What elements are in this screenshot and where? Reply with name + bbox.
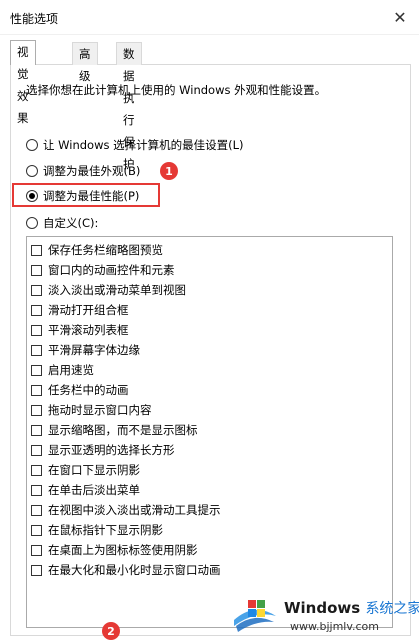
watermark-brand-en: Windows	[284, 599, 361, 617]
radio-circle[interactable]	[26, 139, 38, 151]
option-icon-label-shadows[interactable]: 在桌面上为图标标签使用阴影	[31, 541, 198, 559]
option-enable-peek[interactable]: 启用速览	[31, 361, 94, 379]
option-animate-controls[interactable]: 窗口内的动画控件和元素	[31, 261, 175, 279]
option-label: 滑动打开组合框	[48, 303, 129, 317]
option-label: 在桌面上为图标标签使用阴影	[48, 543, 198, 557]
checkbox[interactable]	[31, 284, 42, 296]
option-label: 显示缩略图，而不是显示图标	[48, 423, 198, 437]
checkbox[interactable]	[31, 304, 42, 316]
option-label: 在鼠标指针下显示阴影	[48, 523, 163, 537]
option-label: 在最大化和最小化时显示窗口动画	[48, 563, 221, 577]
option-fade-after-click[interactable]: 在单击后淡出菜单	[31, 481, 140, 499]
option-smooth-font-edges[interactable]: 平滑屏幕字体边缘	[31, 341, 140, 359]
option-animate-min-max[interactable]: 在最大化和最小化时显示窗口动画	[31, 561, 221, 579]
title-bar: 性能选项 ✕	[0, 0, 419, 35]
annotation-badge-2: 2	[102, 622, 120, 640]
highlight-box	[12, 183, 160, 207]
custom-options-list[interactable]: 保存任务栏缩略图预览 窗口内的动画控件和元素 淡入淡出或滑动菜单到视图 滑动打开…	[26, 236, 393, 628]
close-icon[interactable]: ✕	[387, 4, 413, 30]
checkbox[interactable]	[31, 404, 42, 416]
checkbox[interactable]	[31, 424, 42, 436]
option-label: 在窗口下显示阴影	[48, 463, 140, 477]
option-taskbar-thumbnail-preview[interactable]: 保存任务栏缩略图预览	[31, 241, 163, 259]
checkbox[interactable]	[31, 364, 42, 376]
option-label: 在视图中淡入淡出或滑动工具提示	[48, 503, 221, 517]
checkbox[interactable]	[31, 484, 42, 496]
watermark-brand: Windows 系统之家	[284, 598, 419, 618]
windows-logo-icon	[234, 600, 276, 632]
radio-label: 调整为最佳外观(B)	[43, 164, 141, 178]
option-window-shadows[interactable]: 在窗口下显示阴影	[31, 461, 140, 479]
window-title: 性能选项	[10, 12, 59, 26]
option-drag-window-contents[interactable]: 拖动时显示窗口内容	[31, 401, 152, 419]
option-label: 显示亚透明的选择长方形	[48, 443, 175, 457]
description-text: 选择你想在此计算机上使用的 Windows 外观和性能设置。	[26, 83, 327, 97]
checkbox[interactable]	[31, 464, 42, 476]
option-label: 淡入淡出或滑动菜单到视图	[48, 283, 186, 297]
option-label: 窗口内的动画控件和元素	[48, 263, 175, 277]
radio-circle[interactable]	[26, 217, 38, 229]
radio-label: 让 Windows 选择计算机的最佳设置(L)	[43, 138, 244, 152]
option-fade-slide-menus[interactable]: 淡入淡出或滑动菜单到视图	[31, 281, 186, 299]
option-label: 拖动时显示窗口内容	[48, 403, 152, 417]
option-label: 在单击后淡出菜单	[48, 483, 140, 497]
radio-circle[interactable]	[26, 165, 38, 177]
checkbox[interactable]	[31, 384, 42, 396]
watermark-url: www.bjjmlv.com	[290, 620, 379, 633]
option-translucent-selection[interactable]: 显示亚透明的选择长方形	[31, 441, 175, 459]
option-taskbar-animations[interactable]: 任务栏中的动画	[31, 381, 129, 399]
option-label: 平滑滚动列表框	[48, 323, 129, 337]
option-show-thumbnails[interactable]: 显示缩略图，而不是显示图标	[31, 421, 198, 439]
option-label: 保存任务栏缩略图预览	[48, 243, 163, 257]
option-fade-slide-tooltips[interactable]: 在视图中淡入淡出或滑动工具提示	[31, 501, 221, 519]
option-slide-combo-boxes[interactable]: 滑动打开组合框	[31, 301, 129, 319]
option-label: 任务栏中的动画	[48, 383, 129, 397]
radio-label: 自定义(C):	[43, 216, 99, 230]
checkbox[interactable]	[31, 324, 42, 336]
tab-data-execution-prevention[interactable]: 数据执行保护	[116, 42, 142, 171]
radio-custom[interactable]: 自定义(C):	[26, 214, 98, 232]
checkbox[interactable]	[31, 444, 42, 456]
option-label: 启用速览	[48, 363, 94, 377]
checkbox[interactable]	[31, 504, 42, 516]
checkbox[interactable]	[31, 244, 42, 256]
checkbox[interactable]	[31, 264, 42, 276]
watermark: Windows 系统之家 www.bjjmlv.com	[230, 596, 419, 642]
checkbox[interactable]	[31, 544, 42, 556]
radio-let-windows-choose[interactable]: 让 Windows 选择计算机的最佳设置(L)	[26, 136, 244, 154]
watermark-brand-cn: 系统之家	[365, 601, 419, 617]
option-smooth-scroll-list[interactable]: 平滑滚动列表框	[31, 321, 129, 339]
checkbox[interactable]	[31, 564, 42, 576]
option-label: 平滑屏幕字体边缘	[48, 343, 140, 357]
annotation-badge-1: 1	[160, 162, 178, 180]
option-mouse-pointer-shadow[interactable]: 在鼠标指针下显示阴影	[31, 521, 163, 539]
checkbox[interactable]	[31, 344, 42, 356]
tab-visual-effects[interactable]: 视觉效果	[10, 40, 36, 125]
checkbox[interactable]	[31, 524, 42, 536]
radio-best-appearance[interactable]: 调整为最佳外观(B)	[26, 162, 140, 180]
tab-advanced[interactable]: 高级	[72, 42, 98, 83]
